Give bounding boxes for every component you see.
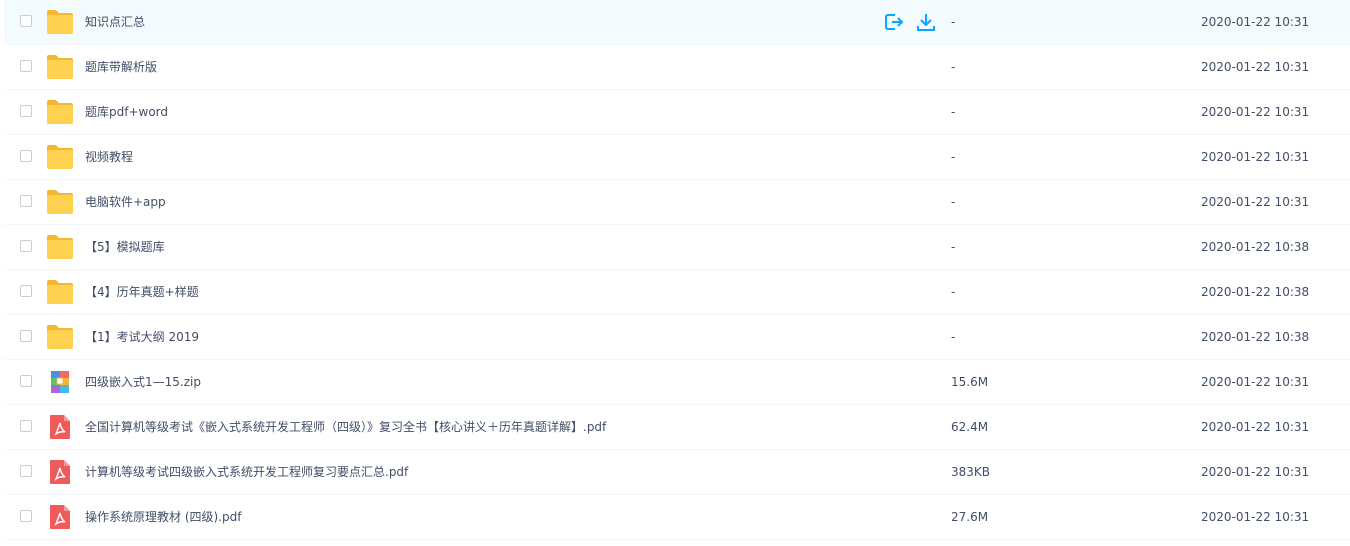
file-name[interactable]: 全国计算机等级考试《嵌入式系统开发工程师（四级）》复习全书【核心讲义＋历年真题详… bbox=[85, 405, 606, 449]
row-checkbox[interactable] bbox=[20, 195, 32, 207]
file-size: 15.6M bbox=[951, 375, 989, 389]
row-checkbox[interactable] bbox=[20, 510, 32, 522]
file-name[interactable]: 题库pdf+word bbox=[85, 90, 168, 134]
modified-time: 2020-01-22 10:31 bbox=[1201, 60, 1310, 74]
file-name[interactable]: 操作系统原理教材 (四级).pdf bbox=[85, 495, 241, 539]
file-size: - bbox=[951, 15, 956, 29]
file-row[interactable]: 计算机等级考试四级嵌入式系统开发工程师复习要点汇总.pdf 383KB 2020-0… bbox=[4, 450, 1350, 495]
file-row[interactable]: 四级嵌入式1—15.zip 15.6M 2020-01-22 10:31 bbox=[4, 360, 1350, 405]
file-row[interactable]: 电脑软件+app - 2020-01-22 10:31 bbox=[4, 180, 1350, 225]
zip-icon bbox=[46, 369, 74, 395]
file-name[interactable]: 【4】历年真题+样题 bbox=[85, 270, 199, 314]
folder-icon bbox=[46, 324, 74, 350]
modified-time: 2020-01-22 10:31 bbox=[1201, 150, 1310, 164]
file-row[interactable]: 题库pdf+word - 2020-01-22 10:31 bbox=[4, 90, 1350, 135]
modified-time: 2020-01-22 10:38 bbox=[1201, 240, 1310, 254]
file-name[interactable]: 计算机等级考试四级嵌入式系统开发工程师复习要点汇总.pdf bbox=[85, 450, 408, 494]
modified-time: 2020-01-22 10:31 bbox=[1201, 465, 1310, 479]
modified-time: 2020-01-22 10:38 bbox=[1201, 330, 1310, 344]
modified-time: 2020-01-22 10:38 bbox=[1201, 285, 1310, 299]
file-size: - bbox=[951, 60, 956, 74]
row-checkbox[interactable] bbox=[20, 15, 32, 27]
file-name[interactable]: 【1】考试大纲 2019 bbox=[85, 315, 199, 359]
file-size: - bbox=[951, 195, 956, 209]
file-row[interactable]: 【1】考试大纲 2019 - 2020-01-22 10:38 bbox=[4, 315, 1350, 360]
file-name[interactable]: 题库带解析版 bbox=[85, 45, 157, 89]
row-checkbox[interactable] bbox=[20, 375, 32, 387]
share-icon[interactable] bbox=[884, 12, 904, 32]
pdf-icon bbox=[46, 414, 74, 440]
folder-icon bbox=[46, 189, 74, 215]
file-row[interactable]: 【5】模拟题库 - 2020-01-22 10:38 bbox=[4, 225, 1350, 270]
row-checkbox[interactable] bbox=[20, 105, 32, 117]
file-size: 383KB bbox=[951, 465, 991, 479]
file-row[interactable]: 全国计算机等级考试《嵌入式系统开发工程师（四级）》复习全书【核心讲义＋历年真题详… bbox=[4, 405, 1350, 450]
pdf-icon bbox=[46, 459, 74, 485]
modified-time: 2020-01-22 10:31 bbox=[1201, 510, 1310, 524]
file-size: - bbox=[951, 330, 956, 344]
file-row[interactable]: 题库带解析版 - 2020-01-22 10:31 bbox=[4, 45, 1350, 90]
row-checkbox[interactable] bbox=[20, 330, 32, 342]
file-size: - bbox=[951, 105, 956, 119]
row-checkbox[interactable] bbox=[20, 285, 32, 297]
file-name[interactable]: 电脑软件+app bbox=[85, 180, 166, 224]
file-size: - bbox=[951, 150, 956, 164]
file-row[interactable]: 知识点汇总 - 2020-01-22 10:31 bbox=[4, 0, 1350, 45]
file-size: 27.6M bbox=[951, 510, 989, 524]
modified-time: 2020-01-22 10:31 bbox=[1201, 420, 1310, 434]
file-row[interactable]: 【4】历年真题+样题 - 2020-01-22 10:38 bbox=[4, 270, 1350, 315]
folder-icon bbox=[46, 99, 74, 125]
row-checkbox[interactable] bbox=[20, 465, 32, 477]
file-row[interactable]: 操作系统原理教材 (四级).pdf 27.6M 2020-01-22 10:31 bbox=[4, 495, 1350, 540]
folder-icon bbox=[46, 279, 74, 305]
row-checkbox[interactable] bbox=[20, 240, 32, 252]
file-name[interactable]: 知识点汇总 bbox=[85, 0, 145, 44]
file-name[interactable]: 四级嵌入式1—15.zip bbox=[85, 360, 201, 404]
modified-time: 2020-01-22 10:31 bbox=[1201, 195, 1310, 209]
row-checkbox[interactable] bbox=[20, 60, 32, 72]
row-checkbox[interactable] bbox=[20, 420, 32, 432]
file-list: 知识点汇总 - 2020-01-22 10:31 题库带解析版 - 2020-01-22 … bbox=[0, 0, 1350, 540]
modified-time: 2020-01-22 10:31 bbox=[1201, 375, 1310, 389]
folder-icon bbox=[46, 9, 74, 35]
pdf-icon bbox=[46, 504, 74, 530]
download-icon[interactable] bbox=[916, 12, 936, 32]
row-checkbox[interactable] bbox=[20, 150, 32, 162]
file-name[interactable]: 【5】模拟题库 bbox=[85, 225, 165, 269]
file-size: - bbox=[951, 240, 956, 254]
folder-icon bbox=[46, 234, 74, 260]
folder-icon bbox=[46, 54, 74, 80]
file-row[interactable]: 视频教程 - 2020-01-22 10:31 bbox=[4, 135, 1350, 180]
file-size: - bbox=[951, 285, 956, 299]
modified-time: 2020-01-22 10:31 bbox=[1201, 15, 1310, 29]
folder-icon bbox=[46, 144, 74, 170]
file-name[interactable]: 视频教程 bbox=[85, 135, 133, 179]
modified-time: 2020-01-22 10:31 bbox=[1201, 105, 1310, 119]
file-size: 62.4M bbox=[951, 420, 989, 434]
